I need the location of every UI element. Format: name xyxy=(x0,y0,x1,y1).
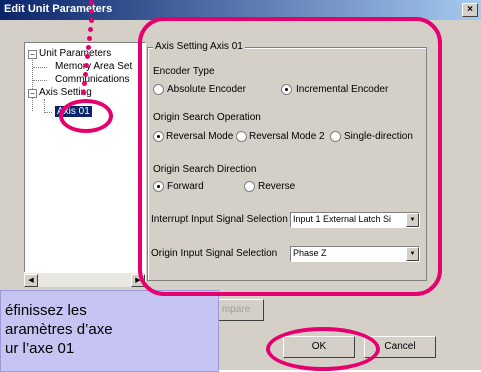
tree-horizontal-scrollbar[interactable]: ◀ ▶ xyxy=(24,272,145,287)
root-toggle[interactable]: − xyxy=(28,50,37,59)
axis-setting-toggle[interactable]: − xyxy=(28,89,37,98)
callout-text: éfinissez les aramètres d’axe ur l’axe 0… xyxy=(5,302,113,357)
parameter-tree[interactable]: − Unit Parameters Memory Area Set Commun… xyxy=(24,42,146,284)
highlight-ring-settings xyxy=(138,17,442,296)
close-button[interactable]: × xyxy=(462,3,478,17)
tree-item-unit-parameters[interactable]: Unit Parameters xyxy=(39,48,111,59)
scroll-left-icon[interactable]: ◀ xyxy=(24,274,38,287)
instruction-callout: éfinissez les aramètres d’axe ur l’axe 0… xyxy=(0,290,219,372)
tree-item-memory-area[interactable]: Memory Area Set xyxy=(55,61,132,72)
tree-item-communications[interactable]: Communications xyxy=(55,74,129,85)
highlight-ring-axis-01 xyxy=(59,99,113,133)
window-title: Edit Unit Parameters xyxy=(4,3,113,15)
highlight-ring-ok xyxy=(266,327,380,371)
